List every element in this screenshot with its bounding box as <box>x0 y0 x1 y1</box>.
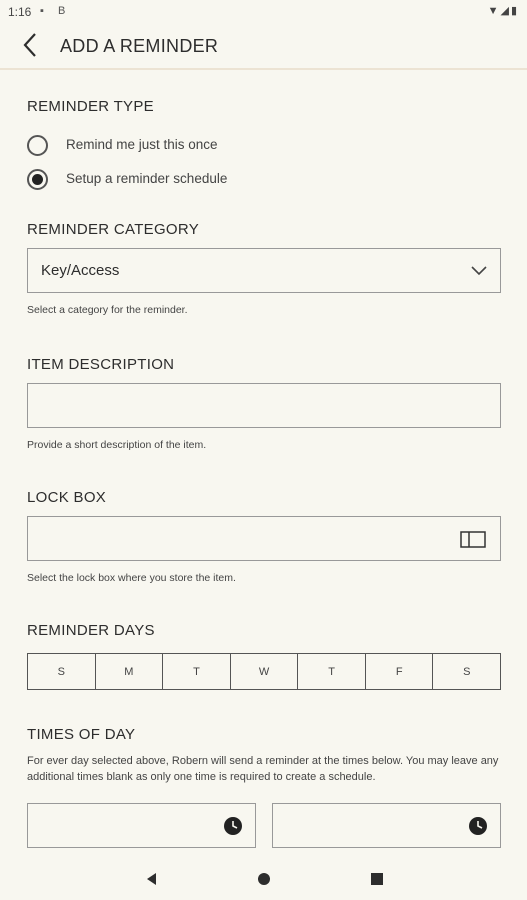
lock-box-icon <box>460 531 486 548</box>
chevron-down-icon <box>471 266 487 276</box>
system-navigation-bar <box>0 860 527 900</box>
times-of-day-label: TIMES OF DAY <box>27 726 136 743</box>
day-monday[interactable]: M <box>96 654 164 689</box>
nav-home-icon[interactable] <box>255 870 273 888</box>
reminder-type-label: REMINDER TYPE <box>27 98 154 115</box>
radio-button-schedule[interactable] <box>27 169 48 190</box>
lock-box-selector[interactable] <box>27 516 501 561</box>
status-time: 1:16 <box>8 5 32 19</box>
times-of-day-description: For ever day selected above, Robern will… <box>27 755 499 783</box>
b-app-icon: B <box>58 5 66 17</box>
day-thursday[interactable]: T <box>298 654 366 689</box>
signal-icon: ◢ <box>500 5 511 17</box>
day-friday[interactable]: F <box>366 654 434 689</box>
day-saturday[interactable]: S <box>433 654 500 689</box>
reminder-category-helper: Select a category for the reminder. <box>27 304 188 316</box>
nav-back-icon[interactable] <box>143 870 161 888</box>
time-field-2[interactable] <box>272 803 501 848</box>
reminder-category-value: Key/Access <box>41 262 120 279</box>
radio-option-once[interactable]: Remind me just this once <box>27 135 427 157</box>
lock-box-label: LOCK BOX <box>27 489 107 506</box>
lock-box-helper: Select the lock box where you store the … <box>27 572 236 584</box>
radio-button-once[interactable] <box>27 135 48 156</box>
item-description-label: ITEM DESCRIPTION <box>27 356 175 373</box>
status-bar: 1:16 ▪ B ▼◢▮ <box>0 0 527 24</box>
sim-card-icon: ▪ <box>40 5 44 17</box>
radio-label-once: Remind me just this once <box>66 137 218 152</box>
item-description-input[interactable] <box>27 383 501 428</box>
nav-recents-icon[interactable] <box>368 870 386 888</box>
day-wednesday[interactable]: W <box>231 654 299 689</box>
radio-option-schedule[interactable]: Setup a reminder schedule <box>27 169 427 191</box>
page-title: ADD A REMINDER <box>60 36 219 56</box>
time-field-1[interactable] <box>27 803 256 848</box>
battery-icon: ▮ <box>510 5 519 17</box>
reminder-days-label: REMINDER DAYS <box>27 622 155 639</box>
day-sunday[interactable]: S <box>28 654 96 689</box>
clock-icon <box>469 817 487 835</box>
back-arrow-icon[interactable] <box>18 30 46 60</box>
reminder-category-label: REMINDER CATEGORY <box>27 221 200 238</box>
reminder-days-selector: S M T W T F S <box>27 653 501 690</box>
clock-icon <box>224 817 242 835</box>
app-bar: ADD A REMINDER <box>0 24 527 70</box>
item-description-helper: Provide a short description of the item. <box>27 439 207 451</box>
reminder-category-dropdown[interactable]: Key/Access <box>27 248 501 293</box>
radio-label-schedule: Setup a reminder schedule <box>66 171 228 186</box>
system-icons: ▼◢▮ <box>488 4 519 17</box>
wifi-icon: ▼ <box>487 5 501 17</box>
day-tuesday[interactable]: T <box>163 654 231 689</box>
